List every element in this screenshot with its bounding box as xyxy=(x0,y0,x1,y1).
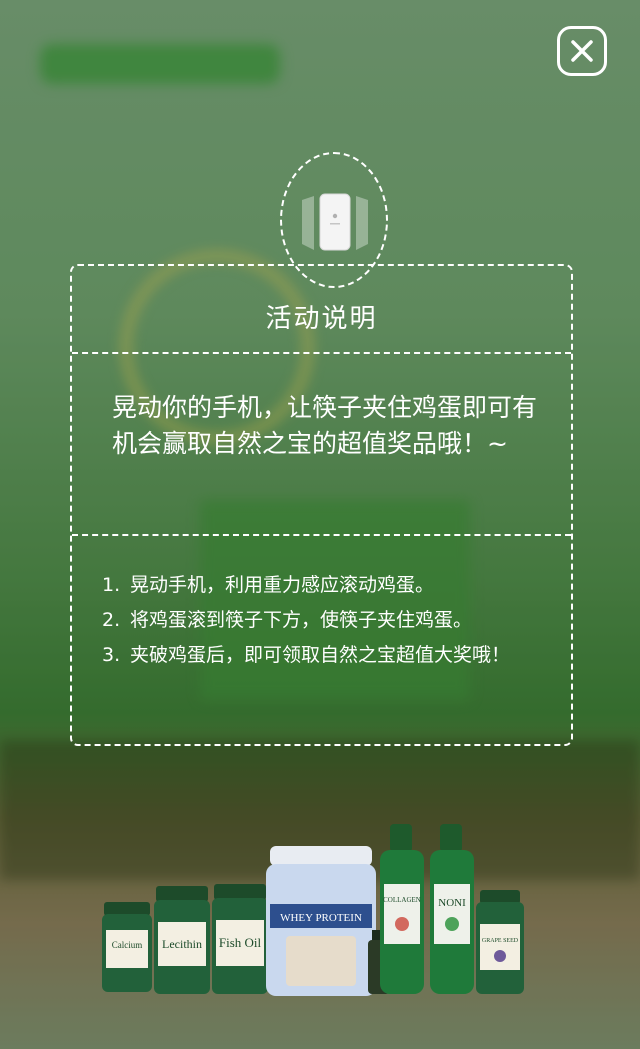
product-label: Lecithin xyxy=(162,937,202,951)
rule-text: 晃动手机，利用重力感应滚动鸡蛋。 xyxy=(130,574,435,596)
panel-title: 活动说明 xyxy=(265,304,378,334)
product-label: NONI xyxy=(438,897,466,909)
rule-text: 将鸡蛋滚到筷子下方，使筷子夹住鸡蛋。 xyxy=(130,609,473,631)
title-divider xyxy=(72,352,571,354)
product-collagen: COLLAGEN xyxy=(380,824,424,994)
rule-number: 3. xyxy=(102,644,121,666)
rule-item: 3. 夹破鸡蛋后，即可领取自然之宝超值大奖哦！ xyxy=(102,641,553,670)
product-label: Calcium xyxy=(112,940,143,950)
rule-number: 1. xyxy=(102,574,121,596)
product-fish-oil: Fish Oil xyxy=(212,884,268,994)
rule-number: 2. xyxy=(102,609,121,631)
product-lecithin: Lecithin xyxy=(154,886,210,994)
rules-list: 1. 晃动手机，利用重力感应滚动鸡蛋。 2. 将鸡蛋滚到筷子下方，使筷子夹住鸡蛋… xyxy=(102,571,553,676)
rule-item: 2. 将鸡蛋滚到筷子下方，使筷子夹住鸡蛋。 xyxy=(102,606,553,635)
rule-text: 夹破鸡蛋后，即可领取自然之宝超值大奖哦！ xyxy=(130,644,511,666)
product-whey-protein: WHEY PROTEIN xyxy=(266,846,376,996)
product-label: WHEY PROTEIN xyxy=(280,912,362,924)
product-label: Fish Oil xyxy=(219,935,262,950)
product-grape-seed: GRAPE SEED xyxy=(476,890,524,994)
product-label: GRAPE SEED xyxy=(482,938,519,944)
activity-info-panel: 活动说明 晃动你的手机，让筷子夹住鸡蛋即可有机会赢取自然之宝的超值奖品哦！~ 1… xyxy=(70,264,573,746)
rule-item: 1. 晃动手机，利用重力感应滚动鸡蛋。 xyxy=(102,571,553,600)
product-calcium: Calcium xyxy=(102,902,152,992)
intro-divider xyxy=(72,534,571,536)
product-lineup-image: Calcium Lecithin Fish Oil WHEY PROTEIN C… xyxy=(102,824,524,996)
product-label: COLLAGEN xyxy=(383,896,421,904)
product-noni: NONI xyxy=(430,824,474,994)
close-icon xyxy=(571,40,593,62)
intro-text: 晃动你的手机，让筷子夹住鸡蛋即可有机会赢取自然之宝的超值奖品哦！~ xyxy=(112,393,538,458)
close-button[interactable] xyxy=(557,26,607,76)
shake-phone-icon xyxy=(302,193,368,251)
